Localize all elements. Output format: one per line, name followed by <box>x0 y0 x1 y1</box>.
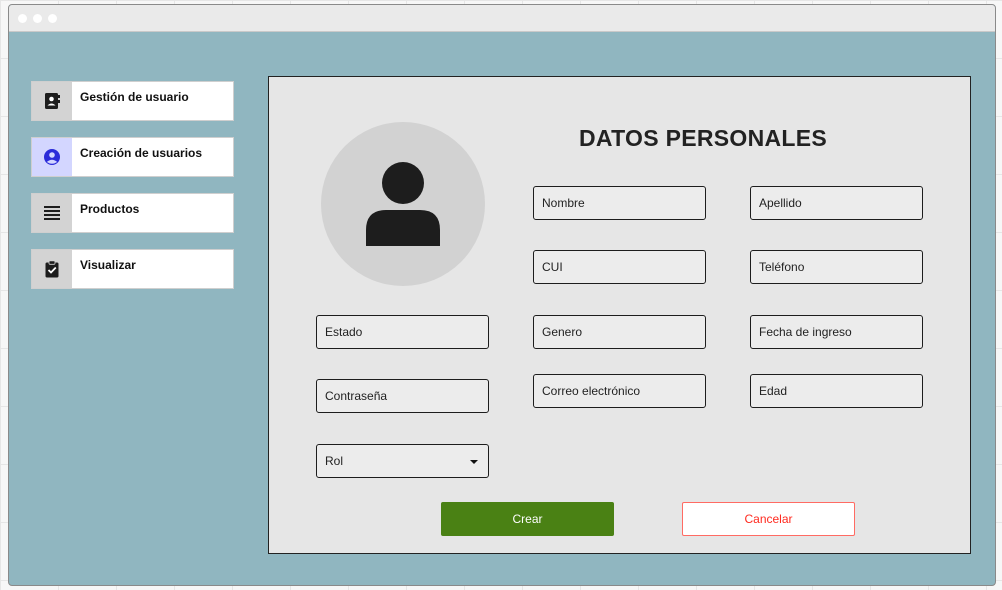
window-dot-icon[interactable] <box>18 14 27 23</box>
window-dot-icon[interactable] <box>48 14 57 23</box>
sidebar-item-productos[interactable]: Productos <box>31 193 234 233</box>
fecha-ingreso-field[interactable]: Fecha de ingreso <box>750 315 923 349</box>
estado-field[interactable]: Estado <box>316 315 489 349</box>
page-title: DATOS PERSONALES <box>579 125 828 151</box>
sidebar-item-label: Productos <box>80 202 140 216</box>
app-window: Gestión de usuario Creación de usuarios … <box>8 4 996 586</box>
user-form-panel: DATOS PERSONALES Nombre Apellido CUI Tel… <box>268 76 971 554</box>
genero-field[interactable]: Genero <box>533 315 706 349</box>
apellido-field[interactable]: Apellido <box>750 186 923 220</box>
sidebar-item-gestion-usuario[interactable]: Gestión de usuario <box>31 81 234 121</box>
chevron-down-icon <box>470 460 478 464</box>
nombre-field[interactable]: Nombre <box>533 186 706 220</box>
list-icon <box>32 194 72 232</box>
clipboard-check-icon <box>32 250 72 288</box>
cancel-button[interactable]: Cancelar <box>682 502 855 536</box>
rol-select-label: Rol <box>325 454 344 468</box>
cui-field[interactable]: CUI <box>533 250 706 284</box>
sidebar-item-label: Creación de usuarios <box>80 146 203 160</box>
sidebar-item-visualizar[interactable]: Visualizar <box>31 249 234 289</box>
window-dot-icon[interactable] <box>33 14 42 23</box>
user-avatar-icon <box>321 122 485 286</box>
title-bar <box>9 5 995 32</box>
sidebar-item-creacion-usuarios[interactable]: Creación de usuarios <box>31 137 234 177</box>
correo-field[interactable]: Correo electrónico <box>533 374 706 408</box>
sidebar-item-label: Gestión de usuario <box>80 90 189 104</box>
telefono-field[interactable]: Teléfono <box>750 250 923 284</box>
create-button[interactable]: Crear <box>441 502 614 536</box>
edad-field[interactable]: Edad <box>750 374 923 408</box>
contrasena-field[interactable]: Contraseña <box>316 379 489 413</box>
sidebar-item-label: Visualizar <box>80 258 136 272</box>
user-circle-icon <box>32 138 72 176</box>
rol-select[interactable]: Rol <box>316 444 489 478</box>
contact-book-icon <box>32 82 72 120</box>
